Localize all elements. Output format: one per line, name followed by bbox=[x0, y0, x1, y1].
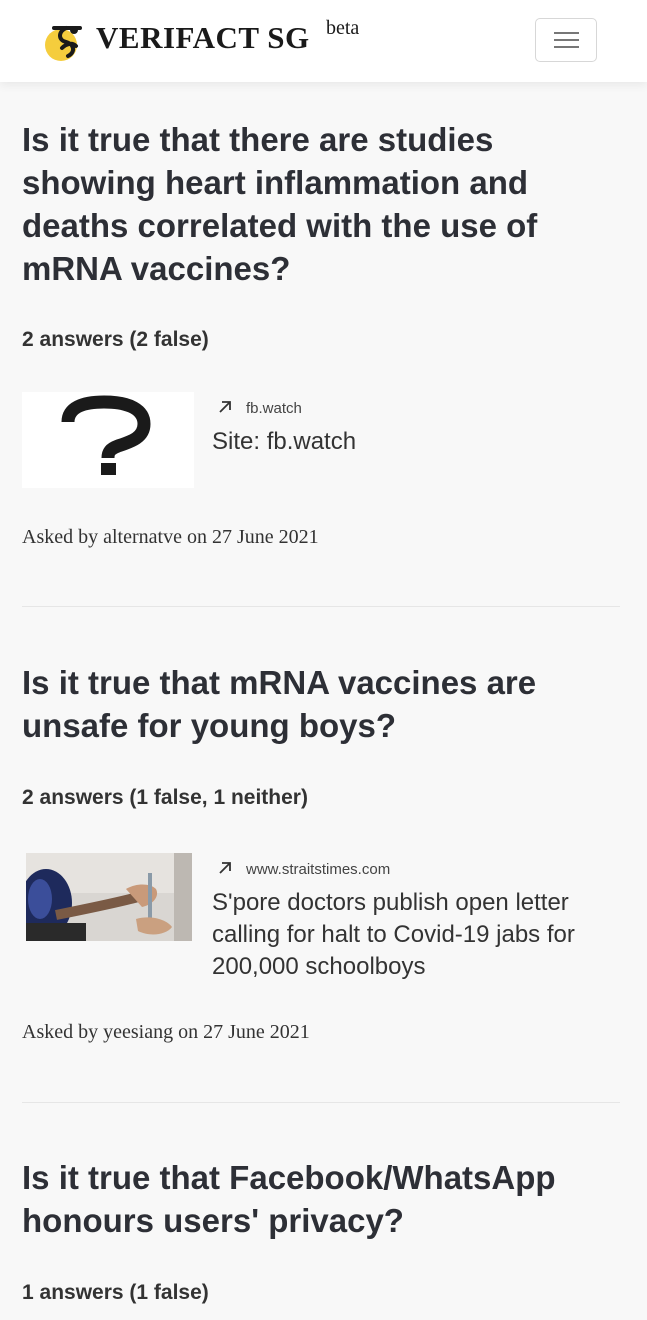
link-domain[interactable]: www.straitstimes.com bbox=[218, 861, 390, 878]
beta-label: beta bbox=[326, 17, 360, 39]
question-mark-icon bbox=[61, 395, 151, 475]
answers-count[interactable]: 2 answers (1 false, 1 neither) bbox=[22, 786, 308, 810]
question-title[interactable]: Is it true that mRNA vaccines are unsafe… bbox=[22, 661, 622, 747]
answers-count[interactable]: 1 answers (1 false) bbox=[22, 1281, 209, 1305]
hamburger-menu-icon bbox=[554, 32, 579, 34]
question-title[interactable]: Is it true that there are studies showin… bbox=[22, 118, 622, 290]
divider bbox=[22, 606, 620, 607]
divider bbox=[22, 1102, 620, 1103]
question-item: Is it true that there are studies showin… bbox=[22, 118, 622, 548]
hamburger-menu-icon-bar bbox=[554, 46, 579, 48]
link-preview-card[interactable]: fb.watch Site: fb.watch bbox=[22, 392, 622, 492]
asked-by-text: Asked by alternatve on 27 June 2021 bbox=[22, 526, 319, 548]
link-thumbnail[interactable] bbox=[22, 392, 194, 488]
external-link-icon bbox=[219, 401, 231, 413]
menu-toggle-button[interactable] bbox=[535, 18, 597, 62]
link-domain-text: www.straitstimes.com bbox=[246, 861, 391, 878]
vaccination-photo-icon bbox=[26, 853, 192, 941]
link-title[interactable]: S'pore doctors publish open letter calli… bbox=[212, 887, 622, 983]
external-link-icon bbox=[219, 862, 231, 874]
bee-logo-icon[interactable] bbox=[44, 18, 88, 62]
link-preview-card[interactable]: www.straitstimes.com S'pore doctors publ… bbox=[22, 853, 622, 983]
question-item: Is it true that Facebook/WhatsApp honour… bbox=[22, 1156, 622, 1304]
link-domain[interactable]: fb.watch bbox=[218, 400, 302, 417]
hamburger-menu-icon-bar bbox=[554, 39, 579, 41]
question-title[interactable]: Is it true that Facebook/WhatsApp honour… bbox=[22, 1156, 622, 1242]
link-domain-text: fb.watch bbox=[246, 400, 302, 417]
question-item: Is it true that mRNA vaccines are unsafe… bbox=[22, 661, 622, 1043]
link-title[interactable]: Site: fb.watch bbox=[212, 426, 622, 458]
answers-count[interactable]: 2 answers (2 false) bbox=[22, 328, 209, 352]
navbar: VERIFACT SG beta bbox=[0, 0, 647, 82]
asked-by-text: Asked by yeesiang on 27 June 2021 bbox=[22, 1021, 310, 1043]
brand-name[interactable]: VERIFACT SG bbox=[96, 20, 310, 56]
link-thumbnail[interactable] bbox=[22, 853, 194, 949]
